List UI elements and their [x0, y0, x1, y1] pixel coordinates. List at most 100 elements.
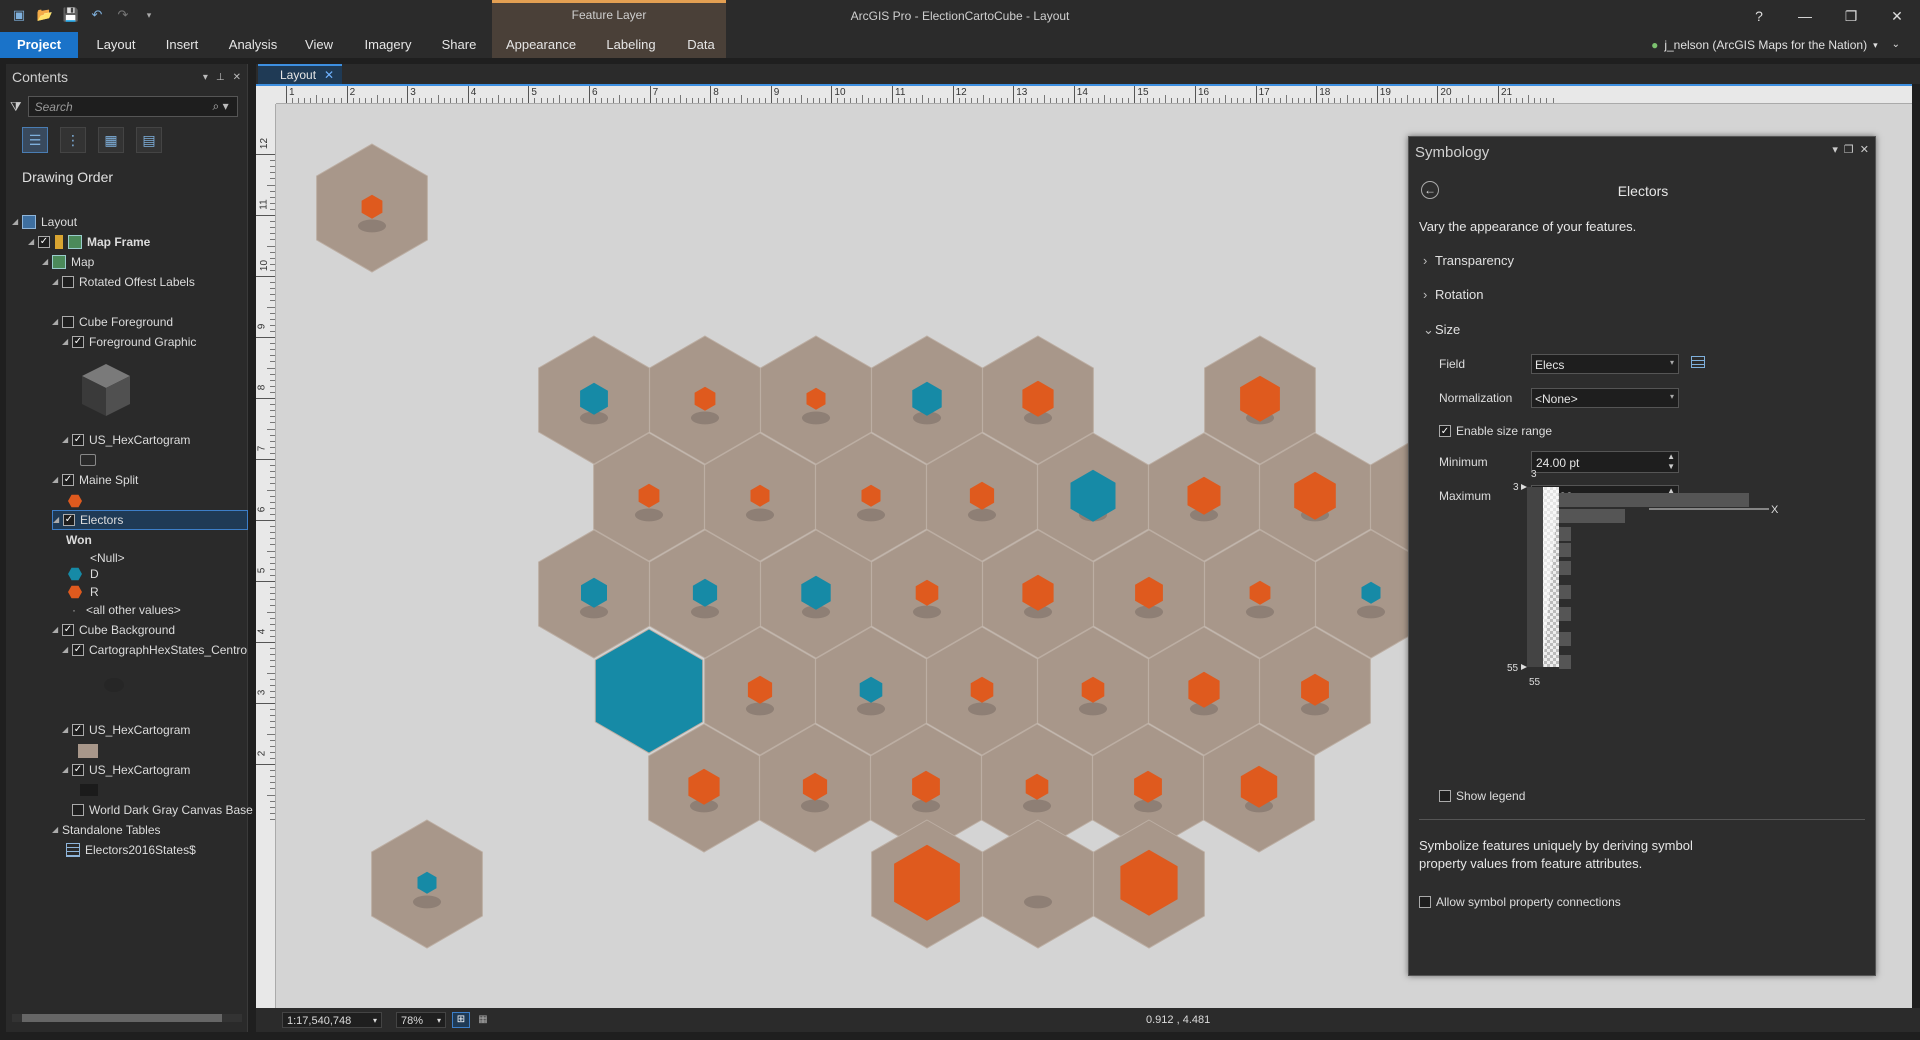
toc-rotated-offset-labels[interactable]: ◢ Rotated Offest Labels	[52, 272, 195, 292]
toc-maine-split[interactable]: ◢ ✓ Maine Split	[52, 470, 138, 490]
map-frame-checkbox[interactable]: ✓	[38, 236, 50, 248]
grid-icon[interactable]: ▦	[474, 1012, 492, 1028]
tab-labeling[interactable]: Labeling	[598, 32, 664, 58]
close-icon[interactable]: ✕	[233, 72, 241, 83]
hex-tile[interactable]	[1093, 819, 1205, 949]
section-size[interactable]: ⌄Size	[1423, 322, 1460, 338]
tab-layout-view[interactable]: Layout ✕	[258, 64, 342, 84]
tab-data[interactable]: Data	[678, 32, 724, 58]
min-handle[interactable]	[1521, 484, 1527, 490]
layer-checkbox[interactable]	[62, 276, 74, 288]
hex-tile[interactable]	[316, 143, 428, 273]
list-by-source-icon[interactable]: ⋮	[60, 127, 86, 153]
toc-d-class[interactable]: D	[68, 564, 99, 584]
toc-all-other-values[interactable]: · <all other values>	[72, 600, 181, 620]
collapse-icon[interactable]: ◢	[28, 232, 38, 252]
layer-checkbox[interactable]: ✓	[63, 514, 75, 526]
tab-analysis[interactable]: Analysis	[222, 32, 284, 58]
restore-button[interactable]: ❐	[1828, 0, 1874, 32]
toc-cube-background[interactable]: ◢ ✓ Cube Background	[52, 620, 175, 640]
user-account[interactable]: ● j_nelson (ArcGIS Maps for the Nation) …	[1651, 32, 1900, 58]
close-tab-icon[interactable]: ✕	[324, 66, 334, 84]
expression-table-icon[interactable]	[1691, 356, 1705, 368]
toc-r-class[interactable]: R	[68, 582, 99, 602]
toc-us-hexcartogram-3[interactable]: ◢ ✓ US_HexCartogram	[62, 760, 190, 780]
tab-layout[interactable]: Layout	[88, 32, 144, 58]
toc-map[interactable]: ◢ Map	[42, 252, 94, 272]
layer-checkbox[interactable]: ✓	[72, 724, 84, 736]
toc-us-hexcartogram-1[interactable]: ◢ ✓ US_HexCartogram	[62, 430, 190, 450]
close-button[interactable]: ✕	[1874, 0, 1920, 32]
zoom-input[interactable]: 78% ▾	[396, 1012, 446, 1028]
hex-tile[interactable]	[982, 819, 1094, 949]
collapse-icon[interactable]: ◢	[62, 640, 72, 660]
filter-icon[interactable]: ⧩	[10, 99, 22, 115]
collapse-icon[interactable]: ◢	[42, 252, 52, 272]
tab-appearance[interactable]: Appearance	[500, 32, 582, 58]
ruler-top[interactable]: 1 2 3 4 5 6 7 8 9 10 11 12 13 14 15 16 17 18 19 20 21	[276, 86, 1912, 104]
help-button[interactable]: ?	[1736, 0, 1782, 32]
toc-layout[interactable]: ◢ Layout	[12, 212, 77, 232]
toc-map-frame[interactable]: ◢ ✓ Map Frame	[28, 232, 150, 252]
collapse-icon[interactable]: ◢	[12, 212, 22, 232]
collapse-icon[interactable]: ◢	[62, 720, 72, 740]
hex-tile[interactable]	[871, 819, 983, 949]
normalization-dropdown[interactable]: <None> ▾	[1531, 388, 1679, 408]
max-handle[interactable]	[1521, 664, 1527, 670]
tab-imagery[interactable]: Imagery	[354, 32, 422, 58]
collapse-icon[interactable]: ◢	[53, 510, 63, 530]
toc-standalone-tables[interactable]: ◢ Standalone Tables	[52, 820, 161, 840]
show-legend-checkbox[interactable]	[1439, 790, 1451, 802]
collapse-icon[interactable]: ◢	[52, 620, 62, 640]
lock-icon[interactable]	[55, 235, 63, 249]
pin-icon[interactable]: ⊥	[216, 72, 225, 83]
tab-view[interactable]: View	[296, 32, 342, 58]
layer-checkbox[interactable]: ✓	[72, 764, 84, 776]
layer-checkbox[interactable]: ✓	[62, 474, 74, 486]
collapse-icon[interactable]: ◢	[52, 312, 62, 332]
size-histogram[interactable]: X 3 3 55 55	[1499, 457, 1789, 697]
maximize-icon[interactable]: ❐	[1844, 143, 1854, 156]
layer-checkbox[interactable]: ✓	[72, 434, 84, 446]
tab-share[interactable]: Share	[434, 32, 484, 58]
section-rotation[interactable]: › Rotation	[1423, 287, 1483, 302]
layer-checkbox[interactable]	[62, 316, 74, 328]
search-input[interactable]: Search ⌕ ▾	[27, 96, 238, 117]
list-by-drawing-order-icon[interactable]: ☰	[22, 127, 48, 153]
layer-checkbox[interactable]	[72, 804, 84, 816]
layer-checkbox[interactable]: ✓	[72, 336, 84, 348]
toc-foreground-graphic[interactable]: ◢ ✓ Foreground Graphic	[62, 332, 196, 352]
pane-menu-icon[interactable]: ▾	[1832, 143, 1838, 156]
contents-horizontal-scrollbar[interactable]	[12, 1014, 242, 1022]
close-icon[interactable]: ✕	[1860, 143, 1869, 156]
toc-electors[interactable]: ◢ ✓ Electors	[52, 510, 248, 530]
minimize-button[interactable]: —	[1782, 0, 1828, 32]
enable-size-range-row[interactable]: ✓ Enable size range	[1439, 424, 1552, 438]
toc-world-dark-gray[interactable]: World Dark Gray Canvas Base	[62, 800, 253, 820]
scale-input[interactable]: 1:17,540,748 ▾	[282, 1012, 382, 1028]
enable-size-range-checkbox[interactable]: ✓	[1439, 425, 1451, 437]
ruler-left[interactable]: 12 11 10 9 8 7 6 5 4 3 2	[256, 104, 276, 1008]
snapping-icon[interactable]: ⊞	[452, 1012, 470, 1028]
field-dropdown[interactable]: Elecs ▾	[1531, 354, 1679, 374]
toc-electors-table[interactable]: Electors2016States$	[66, 840, 196, 860]
search-icon[interactable]: ⌕ ▾	[213, 99, 229, 114]
allow-connections-row[interactable]: Allow symbol property connections	[1419, 895, 1621, 909]
toc-cube-foreground[interactable]: ◢ Cube Foreground	[52, 312, 173, 332]
list-by-editing-icon[interactable]: ▤	[136, 127, 162, 153]
collapse-icon[interactable]: ◢	[52, 470, 62, 490]
pane-menu-icon[interactable]: ▾	[203, 72, 208, 83]
ribbon-collapse-icon[interactable]: ⌄	[1892, 32, 1900, 58]
hex-tile[interactable]	[371, 819, 483, 949]
layer-checkbox[interactable]: ✓	[62, 624, 74, 636]
collapse-icon[interactable]: ◢	[62, 332, 72, 352]
layer-checkbox[interactable]: ✓	[72, 644, 84, 656]
collapse-icon[interactable]: ◢	[52, 272, 62, 292]
collapse-icon[interactable]: ◢	[62, 760, 72, 780]
section-transparency[interactable]: › Transparency	[1423, 253, 1514, 268]
list-by-selection-icon[interactable]: ▦	[98, 127, 124, 153]
show-legend-row[interactable]: Show legend	[1439, 789, 1525, 803]
tab-project[interactable]: Project	[0, 32, 78, 58]
tab-insert[interactable]: Insert	[154, 32, 210, 58]
allow-connections-checkbox[interactable]	[1419, 896, 1431, 908]
